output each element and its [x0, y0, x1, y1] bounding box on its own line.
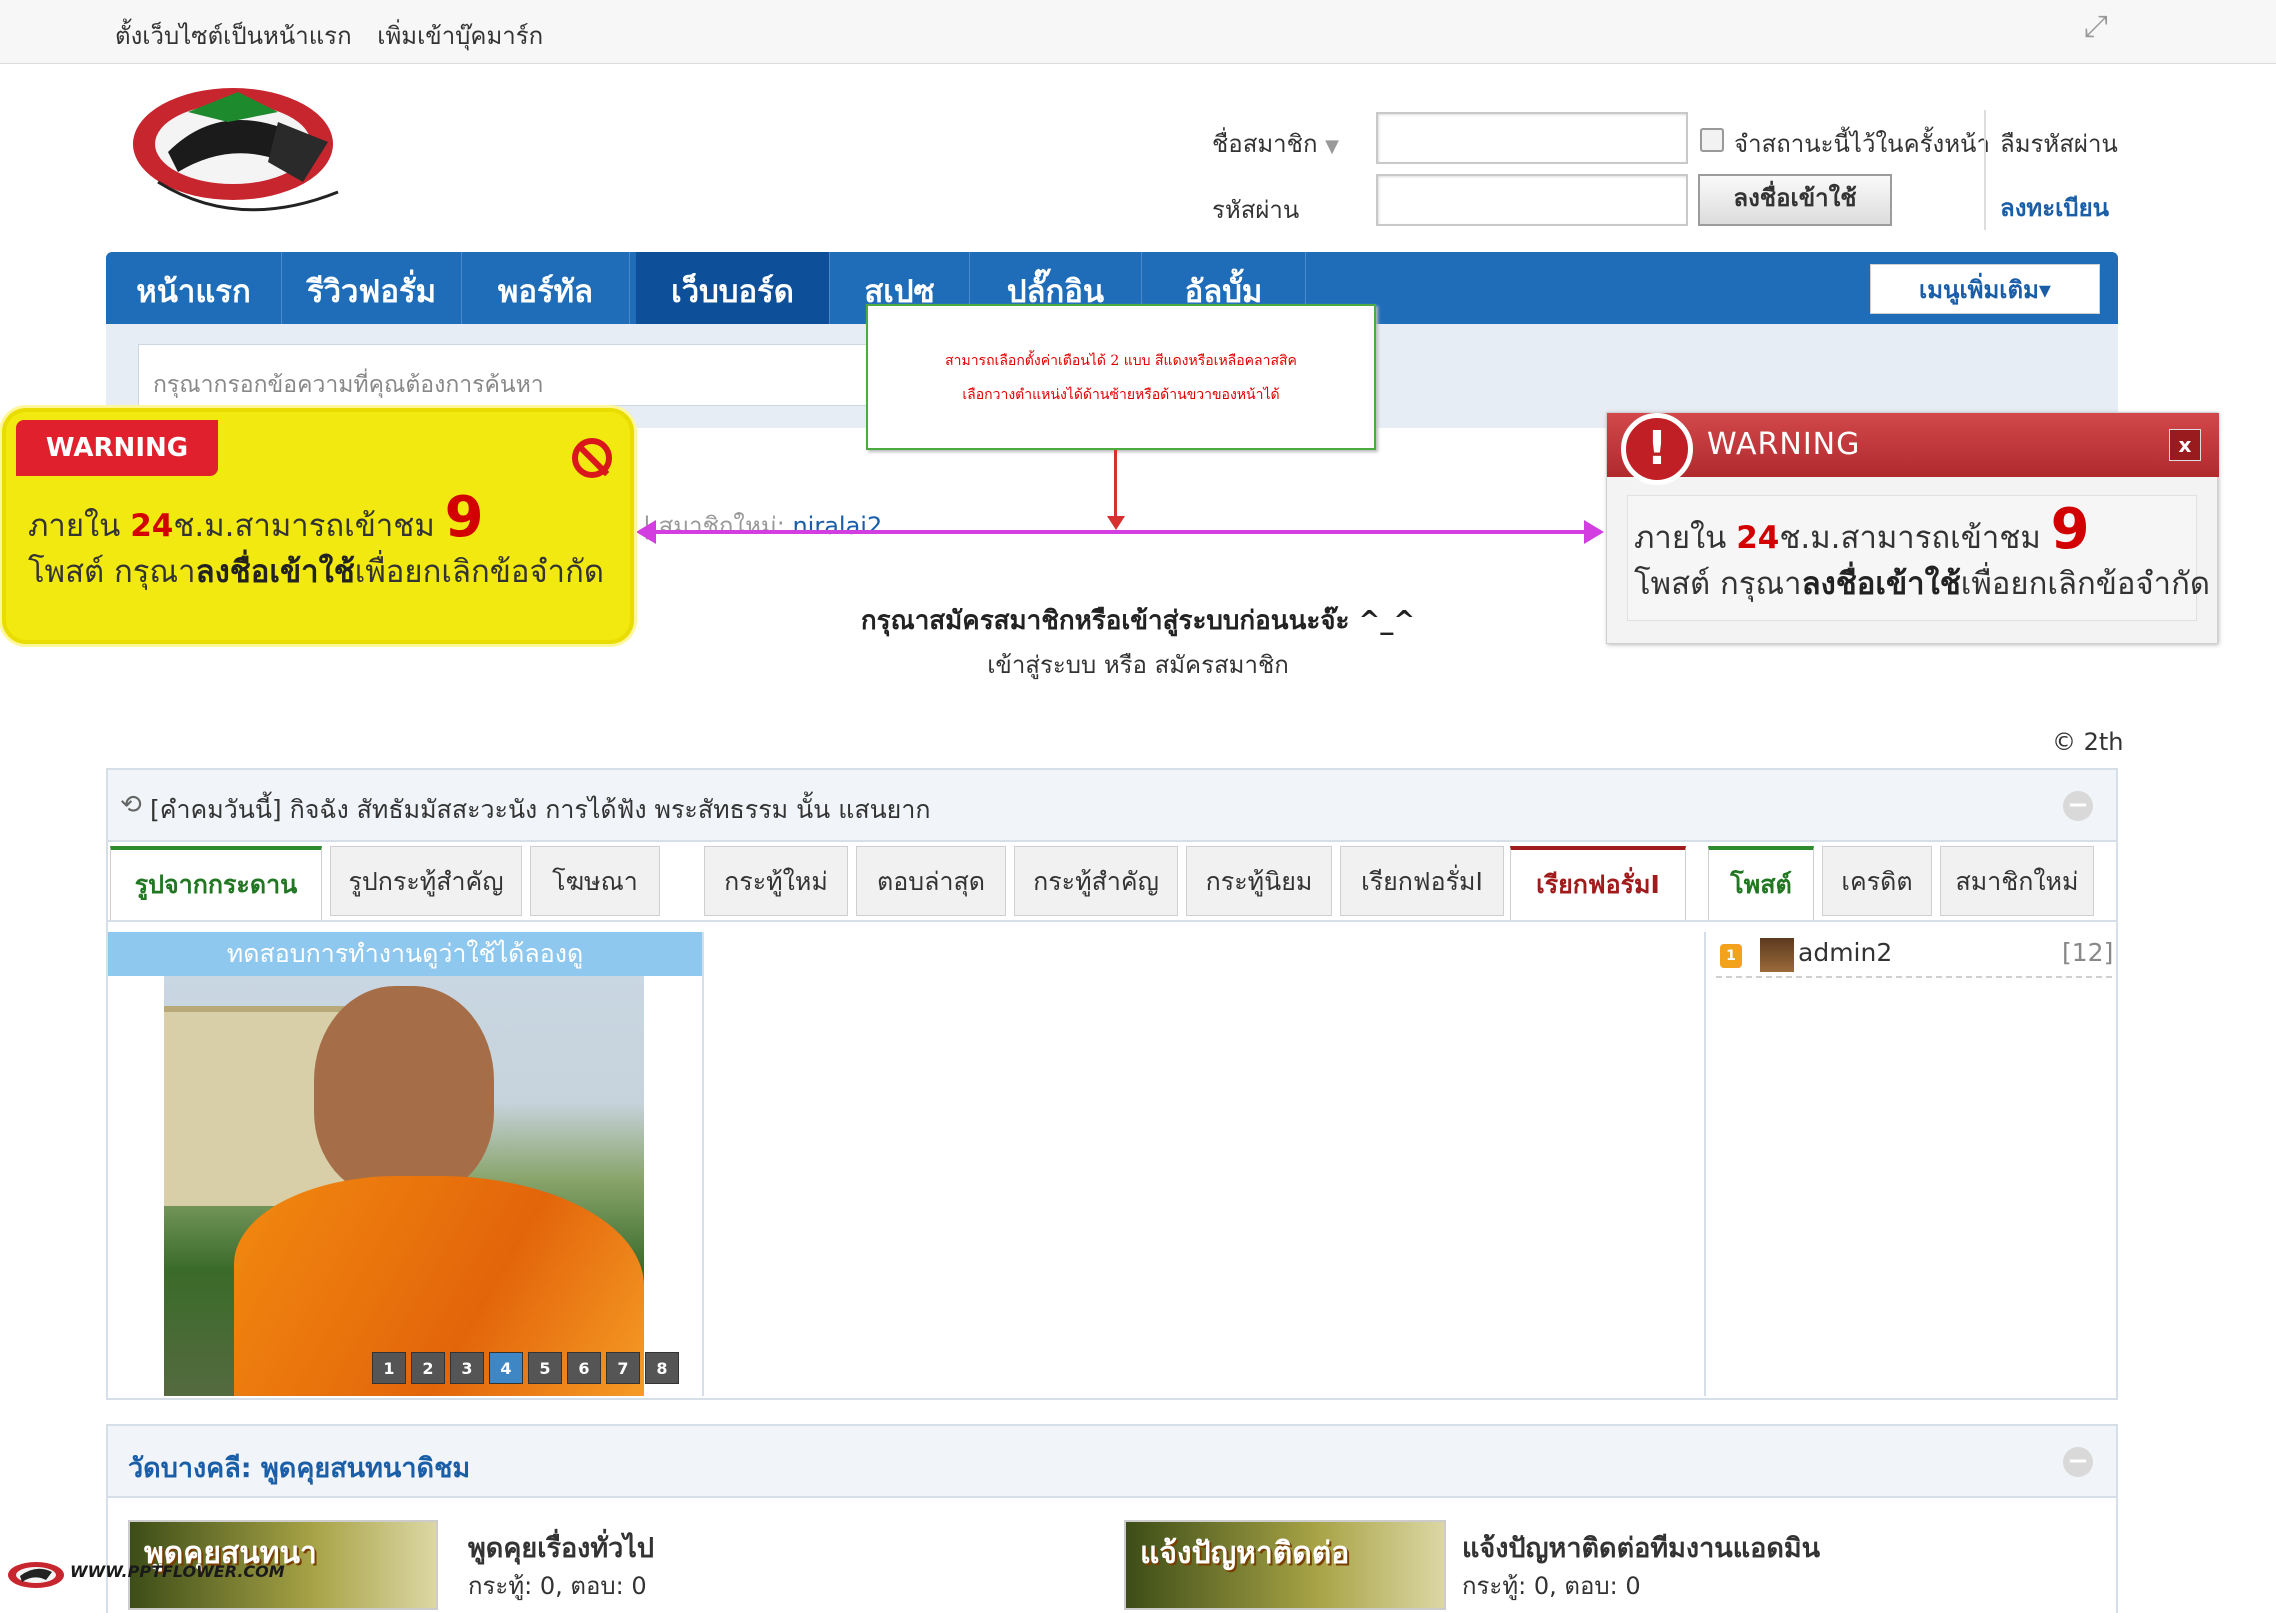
username-input[interactable]	[1376, 112, 1688, 164]
site-stats: 5 | สมาชิกใหม่: niralai2	[620, 506, 882, 545]
new-member-label: สมาชิกใหม่:	[658, 512, 793, 540]
slide-photo	[164, 976, 644, 1396]
nav-home[interactable]: หน้าแรก	[106, 252, 282, 324]
top-links: ตั้งเว็บไซต์เป็นหน้าแรก เพิ่มเข้าบุ๊คมาร…	[115, 16, 561, 55]
new-member-link[interactable]: niralai2	[792, 512, 882, 540]
image-slideshow[interactable]: ทดสอบการทำงานดูว่าใช้ได้ลองดู 12345678	[108, 932, 702, 1396]
collapse-icon[interactable]: −	[2063, 791, 2093, 821]
register-link[interactable]: ลงทะเบียน	[2000, 188, 2109, 227]
poster-count: [12]	[2062, 938, 2114, 967]
warning-red-login-link[interactable]: ลงชื่อเข้าใช้	[1802, 566, 1961, 602]
expand-icon[interactable]: ⤢	[2084, 12, 2114, 42]
note-line-1: สามารถเลือกตั้งค่าเตือนได้ 2 แบบ สีแดงหร…	[945, 353, 1297, 369]
username-label: ชื่อสมาชิก ▼	[1212, 130, 1339, 158]
note-line-2: เลือกวางตำแหน่งได้ด้านซ้ายหรือด้านขวาของ…	[962, 387, 1280, 403]
tab-ads[interactable]: โฆษณา	[530, 846, 660, 916]
password-label: รหัสผ่าน	[1212, 196, 1300, 224]
avatar[interactable]	[1760, 938, 1794, 972]
quote-of-day: [คำคมวันนี้] กิจฉัง สัทธัมมัสสะวะนัง การ…	[150, 795, 931, 824]
more-menu-button[interactable]: เมนูเพิ่มเติม▾	[1870, 264, 2100, 314]
add-bookmark-link[interactable]: เพิ่มเข้าบุ๊คมาร์ก	[377, 22, 543, 50]
warning-yellow-line2: โพสต์ กรุณาลงชื่อเข้าใช้เพื่อยกเลิกข้อจำ…	[28, 554, 604, 590]
guest-message-title: กรุณาสมัครสมาชิกหรือเข้าสู่ระบบก่อนนะจ๊ะ…	[860, 606, 1416, 636]
arrow-right-head	[1584, 520, 1604, 544]
poster-name[interactable]: admin2	[1798, 938, 1892, 967]
password-input[interactable]	[1376, 174, 1688, 226]
slide-page[interactable]: 6	[567, 1352, 601, 1384]
slide-caption[interactable]: ทดสอบการทำงานดูว่าใช้ได้ลองดู	[108, 932, 702, 976]
slide-page[interactable]: 7	[606, 1352, 640, 1384]
tab-important-images[interactable]: รูปกระทู้สำคัญ	[330, 846, 522, 916]
warning-red-header	[1607, 413, 2219, 477]
tab-underline	[106, 920, 2118, 922]
prohibited-icon	[572, 438, 612, 478]
warning-yellow-line1: ภายใน 24ช.ม.สามารถเข้าชม 9	[28, 485, 484, 550]
tab-credits[interactable]: เครดิต	[1822, 846, 1932, 916]
tab-forum-call-1[interactable]: เรียกฟอรั่มI	[1340, 846, 1504, 916]
login-button[interactable]: ลงชื่อเข้าใช้	[1698, 174, 1892, 226]
slide-page-active[interactable]: 4	[489, 1352, 523, 1384]
forgot-password-link[interactable]: ลืมรหัสผ่าน	[2000, 124, 2118, 163]
forum-name[interactable]: แจ้งปัญหาติดต่อทีมงานแอดมิน	[1462, 1526, 1820, 1569]
slide-pager: 12345678	[372, 1352, 684, 1384]
thread-list-area	[702, 932, 1706, 1396]
watermark-stamp: WWW.PPTFLOWER.COM	[6, 1558, 285, 1608]
forum-name[interactable]: พูดคุยเรื่องทั่วไป	[468, 1526, 654, 1569]
arrow-left-head	[636, 520, 656, 544]
tab-new-threads[interactable]: กระทู้ใหม่	[704, 846, 848, 916]
forum-section-title[interactable]: วัดบางคลี: พูดคุยสนทนาดิชม	[128, 1446, 470, 1489]
slide-page[interactable]: 3	[450, 1352, 484, 1384]
login-divider	[1984, 110, 1986, 230]
set-homepage-link[interactable]: ตั้งเว็บไซต์เป็นหน้าแรก	[115, 22, 352, 50]
top-poster-row[interactable]: 1 admin2 [12]	[1716, 934, 2114, 978]
collapse-icon[interactable]: −	[2063, 1447, 2093, 1477]
tab-new-members[interactable]: สมาชิกใหม่	[1940, 846, 2094, 916]
top-bar: ตั้งเว็บไซต์เป็นหน้าแรก เพิ่มเข้าบุ๊คมาร…	[0, 0, 2276, 64]
nav-review-forum[interactable]: รีวิวฟอรั่ม	[282, 252, 462, 324]
forum-stats: กระทู้: 0, ตอบ: 0	[468, 1572, 647, 1600]
remember-checkbox[interactable]	[1700, 128, 1724, 152]
warning-red-line1: ภายใน 24ช.ม.สามารถเข้าชม 9	[1634, 497, 2090, 562]
slide-page[interactable]: 8	[645, 1352, 679, 1384]
tab-posts[interactable]: โพสต์	[1708, 846, 1814, 922]
tab-forum-call-2[interactable]: เรียกฟอรั่มI	[1510, 846, 1686, 922]
slide-page[interactable]: 2	[411, 1352, 445, 1384]
tab-latest-replies[interactable]: ตอบล่าสุด	[856, 846, 1006, 916]
slide-page[interactable]: 5	[528, 1352, 562, 1384]
guest-message-links[interactable]: เข้าสู่ระบบ หรือ สมัครสมาชิก	[0, 645, 2276, 684]
slide-person-head	[314, 986, 494, 1196]
note-pointer-arrowhead	[1107, 516, 1125, 530]
note-pointer-line	[1114, 450, 1117, 526]
remember-label: จำสถานะนี้ไว้ในครั้งหน้า	[1734, 130, 1990, 158]
nav-webboard[interactable]: เว็บบอร์ด	[636, 252, 830, 324]
close-icon[interactable]: x	[2169, 429, 2201, 461]
search-input[interactable]: กรุณากรอกข้อความที่คุณต้องการค้นหา	[138, 344, 898, 406]
tab-popular-threads[interactable]: กระทู้นิยม	[1186, 846, 1332, 916]
annotation-note: สามารถเลือกตั้งค่าเตือนได้ 2 แบบ สีแดงหร…	[866, 304, 1376, 450]
position-arrow-line	[640, 530, 1600, 534]
warning-red-title: WARNING	[1707, 427, 1861, 462]
refresh-icon[interactable]: ⟲	[120, 790, 142, 820]
watermark-text: WWW.PPTFLOWER.COM	[70, 1562, 285, 1581]
watermark-logo-icon	[8, 1562, 64, 1588]
forum-stats: กระทู้: 0, ตอบ: 0	[1462, 1572, 1641, 1600]
rank-badge: 1	[1720, 944, 1742, 968]
exclamation-icon: !	[1621, 413, 1693, 485]
forum-image[interactable]: แจ้งปัญหาติดต่อ	[1124, 1520, 1446, 1610]
tab-board-images[interactable]: รูปจากกระดาน	[110, 846, 322, 922]
nav-portal[interactable]: พอร์ทัล	[462, 252, 630, 324]
site-logo[interactable]	[128, 82, 358, 222]
tab-important-threads[interactable]: กระทู้สำคัญ	[1014, 846, 1178, 916]
forum-image-text: แจ้งปัญหาติดต่อ	[1140, 1536, 1350, 1571]
copyright: © 2th	[2052, 728, 2124, 756]
warning-tag: WARNING	[16, 420, 218, 476]
slide-page[interactable]: 1	[372, 1352, 406, 1384]
warning-yellow-login-link[interactable]: ลงชื่อเข้าใช้	[196, 554, 355, 590]
